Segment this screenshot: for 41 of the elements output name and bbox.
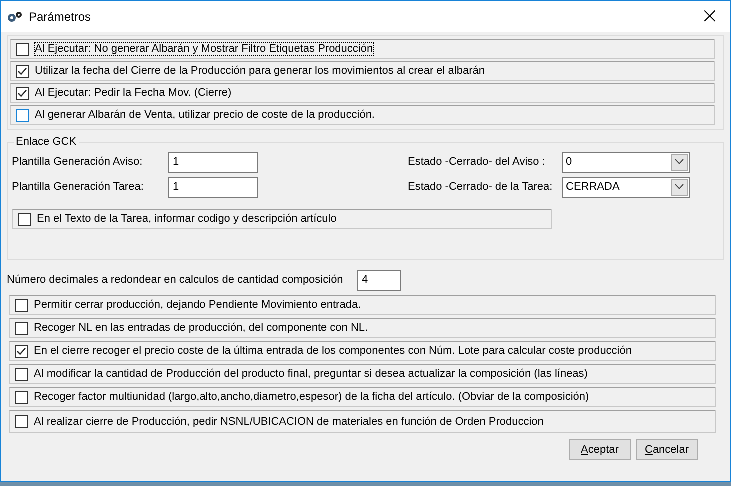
dropdown-button[interactable] — [671, 154, 688, 170]
checkbox[interactable] — [16, 86, 29, 100]
checkbox[interactable] — [16, 64, 29, 78]
checkbox[interactable] — [15, 415, 28, 428]
accept-button[interactable]: Aceptar — [569, 439, 631, 460]
checkbox[interactable] — [15, 368, 28, 380]
field-label: Estado -Cerrado- del Aviso : — [408, 156, 546, 168]
checkbox[interactable] — [16, 42, 29, 56]
checkbox[interactable] — [16, 108, 29, 122]
option-label: Permitir cerrar producción, dejando Pendiente Movimiento entrada. — [34, 299, 362, 311]
option-label: Recoger NL en las entradas de producción, del componente con NL. — [34, 322, 368, 334]
option-label: Al generar Albarán de Venta, utilizar precio de coste de la producción. — [35, 109, 375, 121]
checkbox[interactable] — [15, 322, 28, 334]
checkbox[interactable] — [18, 212, 31, 226]
window-title: Parámetros — [29, 10, 92, 24]
option-label: Recoger factor multiunidad (largo,alto,ancho,diametro,espesor) de la ficha del artículo. (Obviar de la composición) — [34, 391, 590, 403]
field-label: Plantilla Generación Aviso: — [12, 156, 144, 168]
field-label: Estado -Cerrado- de la Tarea: — [408, 181, 554, 193]
dropdown-field[interactable]: CERRADA — [562, 176, 690, 198]
field-label: Plantilla Generación Tarea: — [12, 181, 145, 193]
input-field[interactable]: 1 — [168, 176, 258, 198]
cancel-button[interactable]: Cancelar — [636, 439, 698, 460]
dropdown-field[interactable]: 0 — [562, 152, 690, 172]
option-label: En el cierre recoger el precio coste de la última entrada de los componentes con Núm. Lote para calcular coste producción — [34, 345, 632, 357]
input-field[interactable]: 1 — [168, 152, 258, 172]
caret-icon — [675, 184, 684, 190]
checkbox[interactable] — [15, 298, 28, 312]
option-label: Al Ejecutar: No generar Albarán y Mostrar Filtro Etiquetas Producción — [35, 43, 374, 55]
input-field[interactable]: 4 — [357, 270, 401, 290]
gears-icon — [7, 10, 23, 22]
option-label: Utilizar la fecha del Cierre de la Producción para generar los movimientos al crear el albarán — [35, 65, 485, 77]
option-label: En el Texto de la Tarea, informar codigo y descripción artículo — [37, 213, 337, 225]
dropdown-button[interactable] — [671, 178, 688, 196]
checkbox[interactable] — [15, 390, 28, 404]
option-label: Al modificar la cantidad de Producción del producto final, preguntar si desea actualizar la composición (las líneas) — [34, 368, 588, 380]
option-label: Al Ejecutar: Pedir la Fecha Mov. (Cierre) — [35, 87, 232, 99]
group-title: Enlace GCK — [14, 136, 79, 148]
checkbox[interactable] — [15, 344, 28, 358]
field-label: Número decimales a redondear en calculos de cantidad composición — [7, 274, 344, 286]
caret-icon — [675, 159, 684, 165]
option-label: Al realizar cierre de Producción, pedir NSNL/UBICACION de materiales en función de Orden Produccion — [34, 416, 544, 428]
